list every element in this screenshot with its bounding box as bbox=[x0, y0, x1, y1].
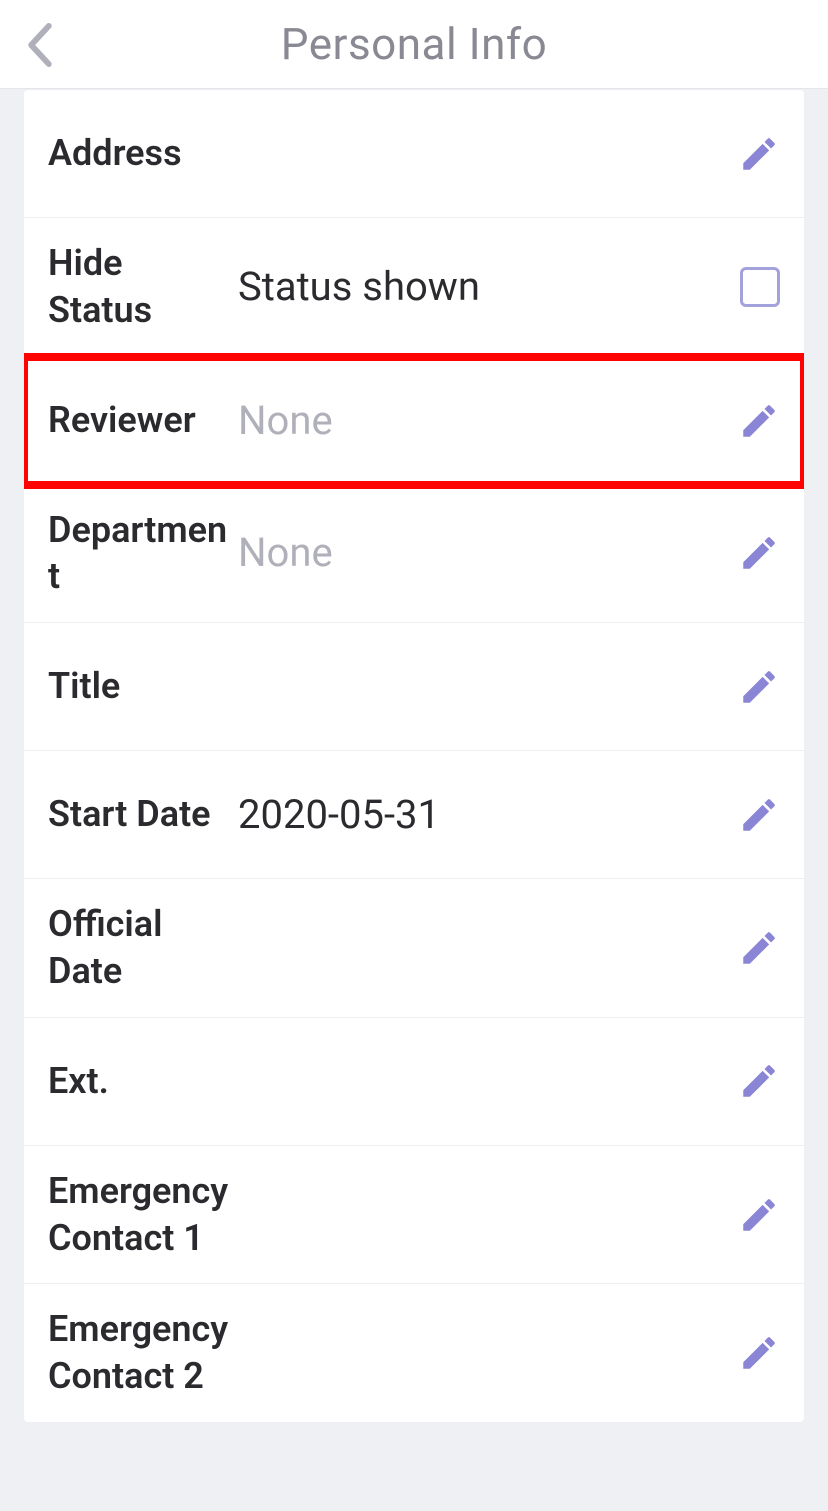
label-ext: Ext. bbox=[48, 1058, 238, 1105]
pencil-icon bbox=[738, 1194, 780, 1236]
row-ec1: Emergency Contact 1 bbox=[24, 1146, 804, 1285]
pencil-icon bbox=[738, 927, 780, 969]
row-reviewer: Reviewer None bbox=[24, 357, 804, 485]
pencil-icon bbox=[738, 666, 780, 708]
edit-official-date-button[interactable] bbox=[738, 927, 780, 969]
chevron-left-icon bbox=[26, 23, 54, 67]
back-button[interactable] bbox=[0, 0, 80, 89]
value-start-date: 2020-05-31 bbox=[238, 789, 738, 841]
label-hide-status: Hide Status bbox=[48, 240, 238, 334]
edit-address-button[interactable] bbox=[738, 133, 780, 175]
row-title: Title bbox=[24, 623, 804, 751]
value-department: None bbox=[238, 527, 738, 579]
row-official-date: Official Date bbox=[24, 879, 804, 1018]
edit-start-date-button[interactable] bbox=[738, 794, 780, 836]
row-ext: Ext. bbox=[24, 1018, 804, 1146]
pencil-icon bbox=[738, 794, 780, 836]
page-header: Personal Info bbox=[0, 0, 828, 89]
pencil-icon bbox=[738, 133, 780, 175]
pencil-icon bbox=[738, 400, 780, 442]
row-department: Department None bbox=[24, 485, 804, 624]
edit-title-button[interactable] bbox=[738, 666, 780, 708]
edit-ec2-button[interactable] bbox=[738, 1332, 780, 1374]
edit-department-button[interactable] bbox=[738, 532, 780, 574]
value-hide-status: Status shown bbox=[238, 261, 740, 313]
pencil-icon bbox=[738, 532, 780, 574]
label-title: Title bbox=[48, 663, 238, 710]
info-card: Address Hide Status Status shown Reviewe… bbox=[24, 89, 804, 1422]
edit-ec1-button[interactable] bbox=[738, 1194, 780, 1236]
label-reviewer: Reviewer bbox=[48, 397, 238, 444]
value-reviewer: None bbox=[238, 395, 738, 447]
label-address: Address bbox=[48, 130, 238, 177]
pencil-icon bbox=[738, 1060, 780, 1102]
label-official-date: Official Date bbox=[48, 901, 238, 995]
checkbox-hide-status[interactable] bbox=[740, 267, 780, 307]
row-hide-status: Hide Status Status shown bbox=[24, 218, 804, 357]
row-start-date: Start Date 2020-05-31 bbox=[24, 751, 804, 879]
edit-ext-button[interactable] bbox=[738, 1060, 780, 1102]
page-title: Personal Info bbox=[0, 18, 828, 70]
pencil-icon bbox=[738, 1332, 780, 1374]
row-address: Address bbox=[24, 90, 804, 218]
row-ec2: Emergency Contact 2 bbox=[24, 1284, 804, 1422]
label-start-date: Start Date bbox=[48, 791, 238, 838]
edit-reviewer-button[interactable] bbox=[738, 400, 780, 442]
label-department: Department bbox=[48, 507, 238, 601]
label-ec1: Emergency Contact 1 bbox=[48, 1168, 238, 1262]
label-ec2: Emergency Contact 2 bbox=[48, 1306, 238, 1400]
